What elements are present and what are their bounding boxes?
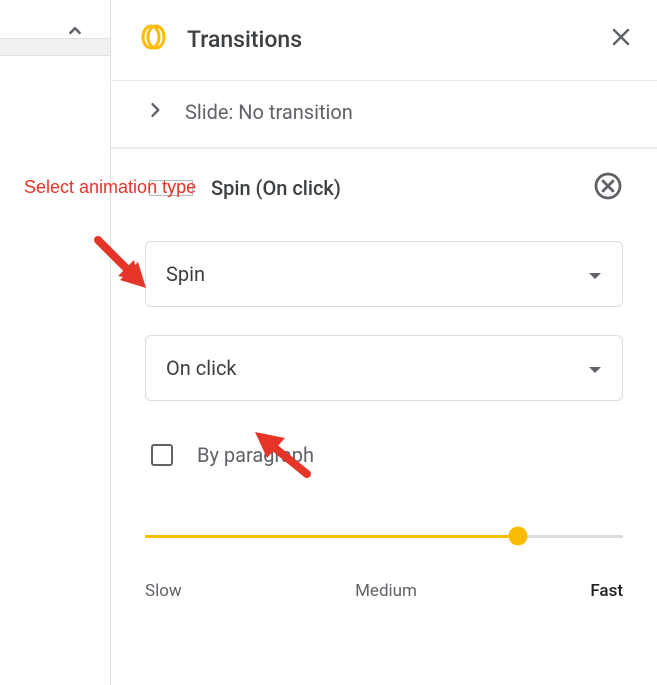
animation-type-dropdown[interactable]: Spin — [145, 241, 623, 307]
transitions-icon — [139, 22, 169, 56]
by-paragraph-label: By paragraph — [197, 443, 314, 467]
transitions-panel: Transitions Slide: No transition Spin (O… — [110, 0, 657, 685]
slide-transition-label: Slide: No transition — [185, 100, 353, 124]
left-sidebar-strip — [0, 0, 110, 685]
animation-header: Spin (On click) — [145, 149, 623, 213]
object-thumbnail — [149, 180, 193, 196]
chevron-up-icon[interactable] — [62, 20, 88, 46]
by-paragraph-checkbox[interactable]: By paragraph — [145, 443, 623, 467]
animation-trigger-value: On click — [166, 356, 237, 380]
speed-labels: Slow Medium Fast — [145, 581, 623, 601]
animation-trigger-dropdown[interactable]: On click — [145, 335, 623, 401]
close-icon[interactable] — [609, 25, 633, 53]
speed-medium-label: Medium — [355, 581, 417, 601]
animation-section: Spin (On click) Spin On click By paragra… — [111, 148, 657, 601]
slider-fill — [145, 535, 518, 538]
left-divider-bar — [0, 38, 110, 56]
slide-transition-row[interactable]: Slide: No transition — [111, 81, 657, 148]
speed-fast-label: Fast — [590, 581, 623, 601]
animation-type-value: Spin — [166, 262, 205, 286]
animation-title: Spin (On click) — [211, 176, 341, 200]
chevron-right-icon — [145, 99, 165, 125]
caret-down-icon — [588, 356, 602, 380]
speed-slow-label: Slow — [145, 581, 182, 601]
speed-slider[interactable] — [145, 527, 623, 547]
panel-title: Transitions — [187, 26, 302, 53]
panel-header: Transitions — [111, 0, 657, 81]
caret-down-icon — [588, 262, 602, 286]
slider-thumb[interactable] — [508, 527, 527, 546]
checkbox-icon — [151, 444, 173, 466]
remove-animation-icon[interactable] — [593, 171, 623, 205]
